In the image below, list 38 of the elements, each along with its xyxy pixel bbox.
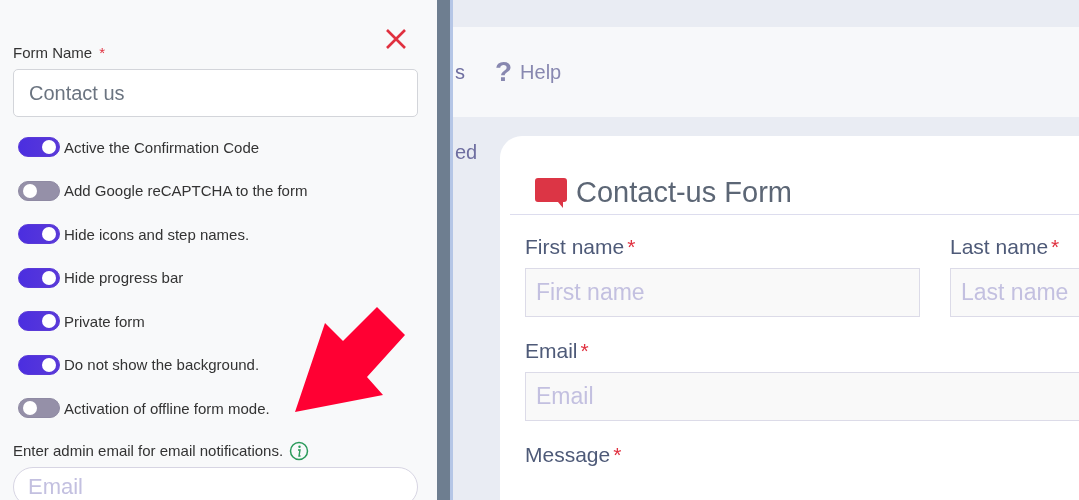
field-label: Message — [525, 443, 611, 466]
close-icon[interactable] — [385, 28, 407, 50]
info-icon[interactable] — [289, 440, 310, 461]
form-title: Contact-us Form — [576, 176, 792, 209]
last-name-input[interactable]: Last name — [950, 268, 1079, 317]
sidebar-item[interactable]: ed — [455, 141, 478, 163]
option-label: Activation of offline form mode. — [64, 399, 270, 417]
nav-item[interactable]: s — [455, 60, 465, 84]
required-mark: * — [99, 44, 106, 61]
field-label: Form Name — [13, 44, 93, 61]
field-label: First name — [525, 235, 625, 258]
help-link[interactable]: Help — [520, 60, 562, 84]
form-name-input[interactable]: Contact us — [13, 69, 418, 117]
required-mark: * — [613, 443, 622, 466]
field-label: Email — [525, 339, 578, 362]
email-input[interactable]: Email — [13, 466, 418, 500]
toggle-switch[interactable] — [18, 398, 60, 418]
option-label: Private form — [64, 312, 145, 330]
toggle-switch[interactable] — [18, 354, 60, 375]
option-label: Add Google reCAPTCHA to the form — [64, 182, 308, 199]
option-label: Active the Confirmation Code — [64, 138, 260, 156]
toggle-switch[interactable] — [18, 224, 60, 244]
field-label: Enter admin email for email notifications. — [13, 442, 284, 459]
help-icon[interactable]: ? — [495, 56, 513, 88]
toggle-switch[interactable] — [18, 180, 60, 201]
toggle-switch[interactable] — [18, 311, 60, 331]
first-name-input[interactable]: First name — [525, 268, 920, 317]
field-label: Last name — [950, 235, 1049, 258]
required-mark: * — [627, 235, 636, 258]
required-mark: * — [580, 339, 589, 362]
option-label: Hide icons and step names. — [64, 225, 250, 243]
email-input[interactable]: Email — [525, 372, 1079, 421]
chat-bubble-icon — [535, 177, 567, 208]
required-mark: * — [1051, 235, 1060, 258]
toggle-switch[interactable] — [18, 267, 60, 288]
option-label: Hide progress bar — [64, 269, 184, 286]
option-label: Do not show the background. — [64, 356, 260, 373]
toggle-switch[interactable] — [18, 137, 60, 157]
